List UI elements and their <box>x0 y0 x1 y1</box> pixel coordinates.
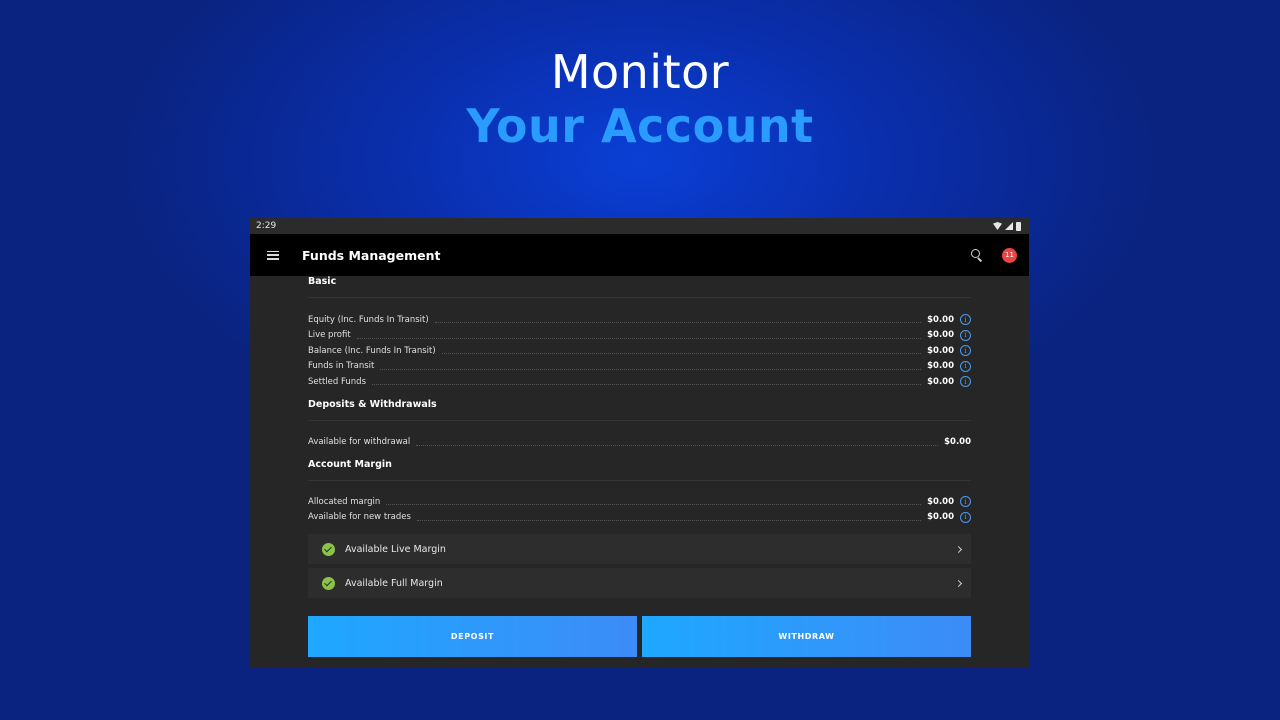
dotted-leader <box>416 444 939 446</box>
info-icon[interactable]: i <box>960 511 971 523</box>
section-divider <box>308 419 971 421</box>
dotted-leader <box>416 519 922 521</box>
row-balance: Balance (Inc. Funds In Transit) $0.00 i <box>308 343 971 359</box>
row-value: $0.00 <box>927 376 954 387</box>
section-title-basic: Basic <box>308 276 337 287</box>
search-icon[interactable] <box>970 248 984 262</box>
row-settled-funds: Settled Funds $0.00 i <box>308 374 971 390</box>
check-circle-icon <box>322 542 335 556</box>
info-icon[interactable]: i <box>960 345 971 357</box>
row-label: Available for new trades <box>308 512 411 523</box>
row-value: $0.00 <box>927 361 954 372</box>
row-label: Settled Funds <box>308 376 367 387</box>
status-time: 2:29 <box>256 221 277 231</box>
row-allocated-margin: Allocated margin $0.00 i <box>308 494 971 510</box>
margin-item-label: Available Full Margin <box>345 577 443 589</box>
battery-icon <box>1016 221 1021 231</box>
status-bar: 2:29 <box>250 218 1029 234</box>
action-buttons: DEPOSIT WITHDRAW <box>308 616 971 657</box>
row-label: Funds in Transit <box>308 361 375 372</box>
deposit-button[interactable]: DEPOSIT <box>308 616 637 657</box>
margin-item-label: Available Live Margin <box>345 543 446 555</box>
wifi-icon <box>993 222 1002 230</box>
section-divider <box>308 297 971 298</box>
status-icons <box>993 221 1021 231</box>
menu-icon[interactable] <box>267 250 279 260</box>
dotted-leader <box>356 337 922 339</box>
info-icon[interactable]: i <box>960 376 971 388</box>
section-title-deposits: Deposits & Withdrawals <box>308 398 437 410</box>
row-available-for-new-trades: Available for new trades $0.00 i <box>308 510 971 526</box>
row-value: $0.00 <box>927 496 954 507</box>
row-label: Allocated margin <box>308 496 381 507</box>
funds-content: Basic Equity (Inc. Funds In Transit) $0.… <box>308 276 971 657</box>
row-value: $0.00 <box>927 512 954 523</box>
info-icon[interactable]: i <box>960 496 971 508</box>
row-label: Available for withdrawal <box>308 437 411 448</box>
notification-badge[interactable]: 11 <box>1002 247 1017 263</box>
section-title-margin: Account Margin <box>308 459 392 470</box>
section-basic: Basic Equity (Inc. Funds In Transit) $0.… <box>308 276 971 390</box>
row-value: $0.00 <box>927 330 954 341</box>
dotted-leader <box>386 504 922 506</box>
check-circle-icon <box>322 576 335 590</box>
section-account-margin: Account Margin Allocated margin $0.00 i … <box>308 459 971 599</box>
dotted-leader <box>372 384 922 386</box>
available-live-margin-item[interactable]: Available Live Margin <box>308 534 971 565</box>
info-icon[interactable]: i <box>960 329 971 341</box>
signal-icon <box>1005 222 1013 230</box>
info-icon[interactable]: i <box>960 360 971 372</box>
row-label: Equity (Inc. Funds In Transit) <box>308 314 429 325</box>
page-title: Funds Management <box>302 247 441 263</box>
withdraw-button[interactable]: WITHDRAW <box>642 616 971 657</box>
row-label: Live profit <box>308 330 351 341</box>
info-icon[interactable]: i <box>960 314 971 326</box>
dotted-leader <box>441 353 922 355</box>
hero-title-line2: Your Account <box>466 99 814 153</box>
chevron-right-icon <box>954 545 963 553</box>
hero-heading: Monitor Your Account <box>0 44 1280 152</box>
device-screen: 2:29 Funds Management 11 Basic Equity (I… <box>250 218 1029 667</box>
row-value: $0.00 <box>927 345 954 356</box>
dotted-leader <box>434 322 922 324</box>
row-funds-in-transit: Funds in Transit $0.00 i <box>308 359 971 375</box>
row-live-profit: Live profit $0.00 i <box>308 328 971 344</box>
row-label: Balance (Inc. Funds In Transit) <box>308 345 436 356</box>
row-value: $0.00 <box>944 437 971 448</box>
chevron-right-icon <box>954 579 963 587</box>
section-deposits-withdrawals: Deposits & Withdrawals Available for wit… <box>308 399 971 451</box>
section-divider <box>308 480 971 481</box>
hero-title-line1: Monitor <box>550 45 730 99</box>
row-value: $0.00 <box>927 314 954 325</box>
app-bar: Funds Management 11 <box>250 234 1029 276</box>
dotted-leader <box>380 368 922 370</box>
available-full-margin-item[interactable]: Available Full Margin <box>308 568 971 599</box>
row-available-for-withdrawal: Available for withdrawal $0.00 <box>308 435 971 451</box>
row-equity: Equity (Inc. Funds In Transit) $0.00 i <box>308 312 971 328</box>
